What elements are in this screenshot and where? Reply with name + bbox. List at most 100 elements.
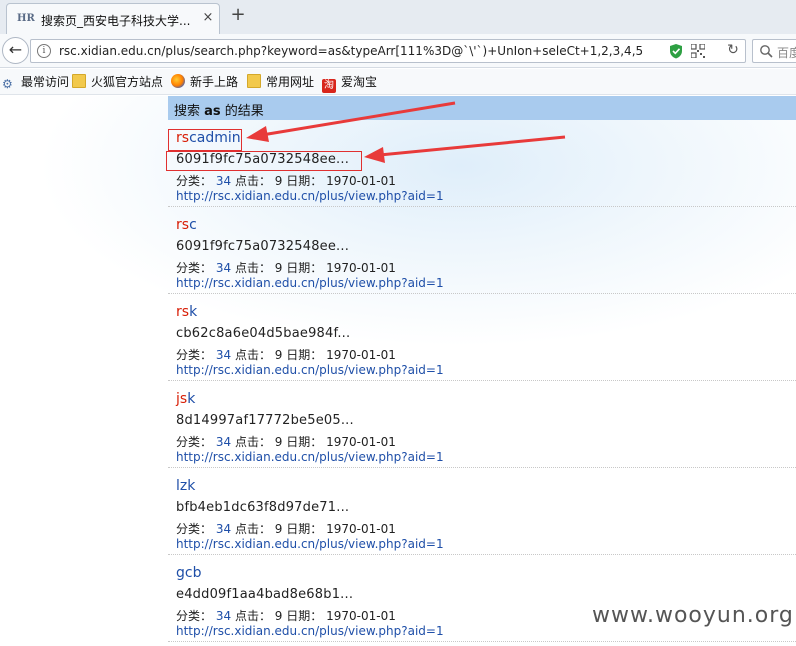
category-link[interactable]: 34 <box>216 174 231 188</box>
folder-icon <box>72 74 86 88</box>
refresh-icon[interactable]: ↻ <box>725 42 741 60</box>
title-highlight: rs <box>176 304 190 320</box>
result-description: cb62c8a6e04d5bae984f... <box>176 326 351 341</box>
category-link[interactable]: 34 <box>216 609 231 623</box>
navigation-bar: ← i rsc.xidian.edu.cn/plus/search.php?ke… <box>0 34 796 68</box>
bookmark-taobao[interactable]: 淘爱淘宝 <box>322 73 377 93</box>
clicks-label: 点击： <box>234 435 271 449</box>
result-title-link[interactable]: lzk <box>176 478 195 494</box>
title-rest: k <box>187 391 196 407</box>
watermark-text: www.wooyun.org <box>592 603 794 628</box>
category-label: 分类： <box>176 435 213 449</box>
date-label: 日期： <box>286 522 323 536</box>
page-content: 搜索 as 的结果 rscadmin 6091f9fc75a0732548ee..… <box>0 96 796 646</box>
result-meta: 分类： 34 点击： 9 日期： 1970-01-01 <box>176 433 396 450</box>
clicks-value: 9 <box>274 435 283 449</box>
result-title-link[interactable]: rsk <box>176 304 197 320</box>
bookmark-getting-started[interactable]: 新手上路 <box>171 73 238 91</box>
clicks-value: 9 <box>274 174 283 188</box>
annotation-box-desc <box>166 151 362 171</box>
search-placeholder: 百度 <box>777 46 796 60</box>
result-meta: 分类： 34 点击： 9 日期： 1970-01-01 <box>176 172 396 189</box>
url-bar[interactable]: i rsc.xidian.edu.cn/plus/search.php?keyw… <box>30 39 746 63</box>
result-url-link[interactable]: http://rsc.xidian.edu.cn/plus/view.php?a… <box>176 276 444 290</box>
qr-code-icon[interactable] <box>691 44 705 58</box>
result-title-link[interactable]: gcb <box>176 565 201 581</box>
result-meta: 分类： 34 点击： 9 日期： 1970-01-01 <box>176 520 396 537</box>
clicks-label: 点击： <box>234 261 271 275</box>
clicks-label: 点击： <box>234 609 271 623</box>
category-label: 分类： <box>176 522 213 536</box>
favicon-icon: HR <box>17 13 35 24</box>
category-label: 分类： <box>176 609 213 623</box>
firefox-icon <box>171 74 185 88</box>
tab-title: 搜索页_西安电子科技大学... <box>41 14 191 28</box>
result-url-link[interactable]: http://rsc.xidian.edu.cn/plus/view.php?a… <box>176 537 444 551</box>
search-result: rsc 6091f9fc75a0732548ee... 分类： 34 点击： 9 日… <box>168 207 796 294</box>
result-meta: 分类： 34 点击： 9 日期： 1970-01-01 <box>176 259 396 276</box>
new-tab-button[interactable]: + <box>228 5 248 25</box>
category-link[interactable]: 34 <box>216 435 231 449</box>
bookmark-common-sites[interactable]: 常用网址 <box>247 73 314 91</box>
clicks-value: 9 <box>274 522 283 536</box>
clicks-value: 9 <box>274 609 283 623</box>
shield-icon[interactable] <box>669 43 683 59</box>
search-result: jsk 8d14997af17772be5e05... 分类： 34 点击： 9 日… <box>168 381 796 468</box>
date-value: 1970-01-01 <box>326 348 396 362</box>
bookmark-label: 最常访问 <box>21 75 70 89</box>
bookmark-most-visited[interactable]: ⚙ 最常访问 <box>2 73 69 91</box>
date-label: 日期： <box>286 348 323 362</box>
result-title-link[interactable]: jsk <box>176 391 195 407</box>
clicks-value: 9 <box>274 261 283 275</box>
header-suffix: 的结果 <box>220 104 264 119</box>
date-value: 1970-01-01 <box>326 261 396 275</box>
search-input[interactable]: 百度 <box>752 39 796 63</box>
date-label: 日期： <box>286 609 323 623</box>
folder-icon <box>247 74 261 88</box>
result-header: 搜索 as 的结果 <box>168 96 796 120</box>
category-link[interactable]: 34 <box>216 348 231 362</box>
info-icon[interactable]: i <box>37 44 51 58</box>
close-tab-icon[interactable]: × <box>200 10 216 26</box>
bookmark-label: 常用网址 <box>266 75 315 89</box>
category-label: 分类： <box>176 261 213 275</box>
back-button[interactable]: ← <box>2 37 29 64</box>
search-icon <box>760 45 773 58</box>
search-result: gcb e4dd09f1aa4bad8e68b1... 分类： 34 点击： 9 日… <box>168 555 796 642</box>
result-description: 8d14997af17772be5e05... <box>176 413 354 428</box>
date-label: 日期： <box>286 174 323 188</box>
bookmarks-bar: ⚙ 最常访问 火狐官方站点 新手上路 常用网址 淘爱淘宝 <box>0 69 796 95</box>
bookmark-firefox-official[interactable]: 火狐官方站点 <box>72 73 163 91</box>
title-rest: c <box>189 217 197 233</box>
category-link[interactable]: 34 <box>216 261 231 275</box>
title-rest: k <box>189 304 198 320</box>
search-result: rsk cb62c8a6e04d5bae984f... 分类： 34 点击： 9 日… <box>168 294 796 381</box>
category-link[interactable]: 34 <box>216 522 231 536</box>
header-prefix: 搜索 <box>174 104 205 119</box>
result-url-link[interactable]: http://rsc.xidian.edu.cn/plus/view.php?a… <box>176 189 444 203</box>
result-header-text: 搜索 as 的结果 <box>174 100 264 119</box>
result-title-link[interactable]: rsc <box>176 217 197 233</box>
tab-strip: HR 搜索页_西安电子科技大学... × + <box>0 0 796 34</box>
gear-icon: ⚙ <box>2 77 13 91</box>
search-result: lzk bfb4eb1dc63f8d97de71... 分类： 34 点击： 9 日… <box>168 468 796 555</box>
category-label: 分类： <box>176 348 213 362</box>
result-url-link[interactable]: http://rsc.xidian.edu.cn/plus/view.php?a… <box>176 624 444 638</box>
result-url-link[interactable]: http://rsc.xidian.edu.cn/plus/view.php?a… <box>176 363 444 377</box>
date-label: 日期： <box>286 261 323 275</box>
title-rest: gcb <box>176 565 202 581</box>
browser-tab[interactable]: HR 搜索页_西安电子科技大学... × <box>6 3 220 34</box>
date-value: 1970-01-01 <box>326 174 396 188</box>
title-highlight: js <box>176 391 188 407</box>
result-meta: 分类： 34 点击： 9 日期： 1970-01-01 <box>176 607 396 624</box>
result-url-link[interactable]: http://rsc.xidian.edu.cn/plus/view.php?a… <box>176 450 444 464</box>
url-text[interactable]: rsc.xidian.edu.cn/plus/search.php?keywor… <box>59 44 643 58</box>
date-value: 1970-01-01 <box>326 609 396 623</box>
result-description: 6091f9fc75a0732548ee... <box>176 239 350 254</box>
date-value: 1970-01-01 <box>326 522 396 536</box>
result-description: bfb4eb1dc63f8d97de71... <box>176 500 350 515</box>
result-description: e4dd09f1aa4bad8e68b1... <box>176 587 354 602</box>
bookmark-label: 火狐官方站点 <box>91 75 164 89</box>
search-keyword: as <box>204 104 221 119</box>
result-meta: 分类： 34 点击： 9 日期： 1970-01-01 <box>176 346 396 363</box>
